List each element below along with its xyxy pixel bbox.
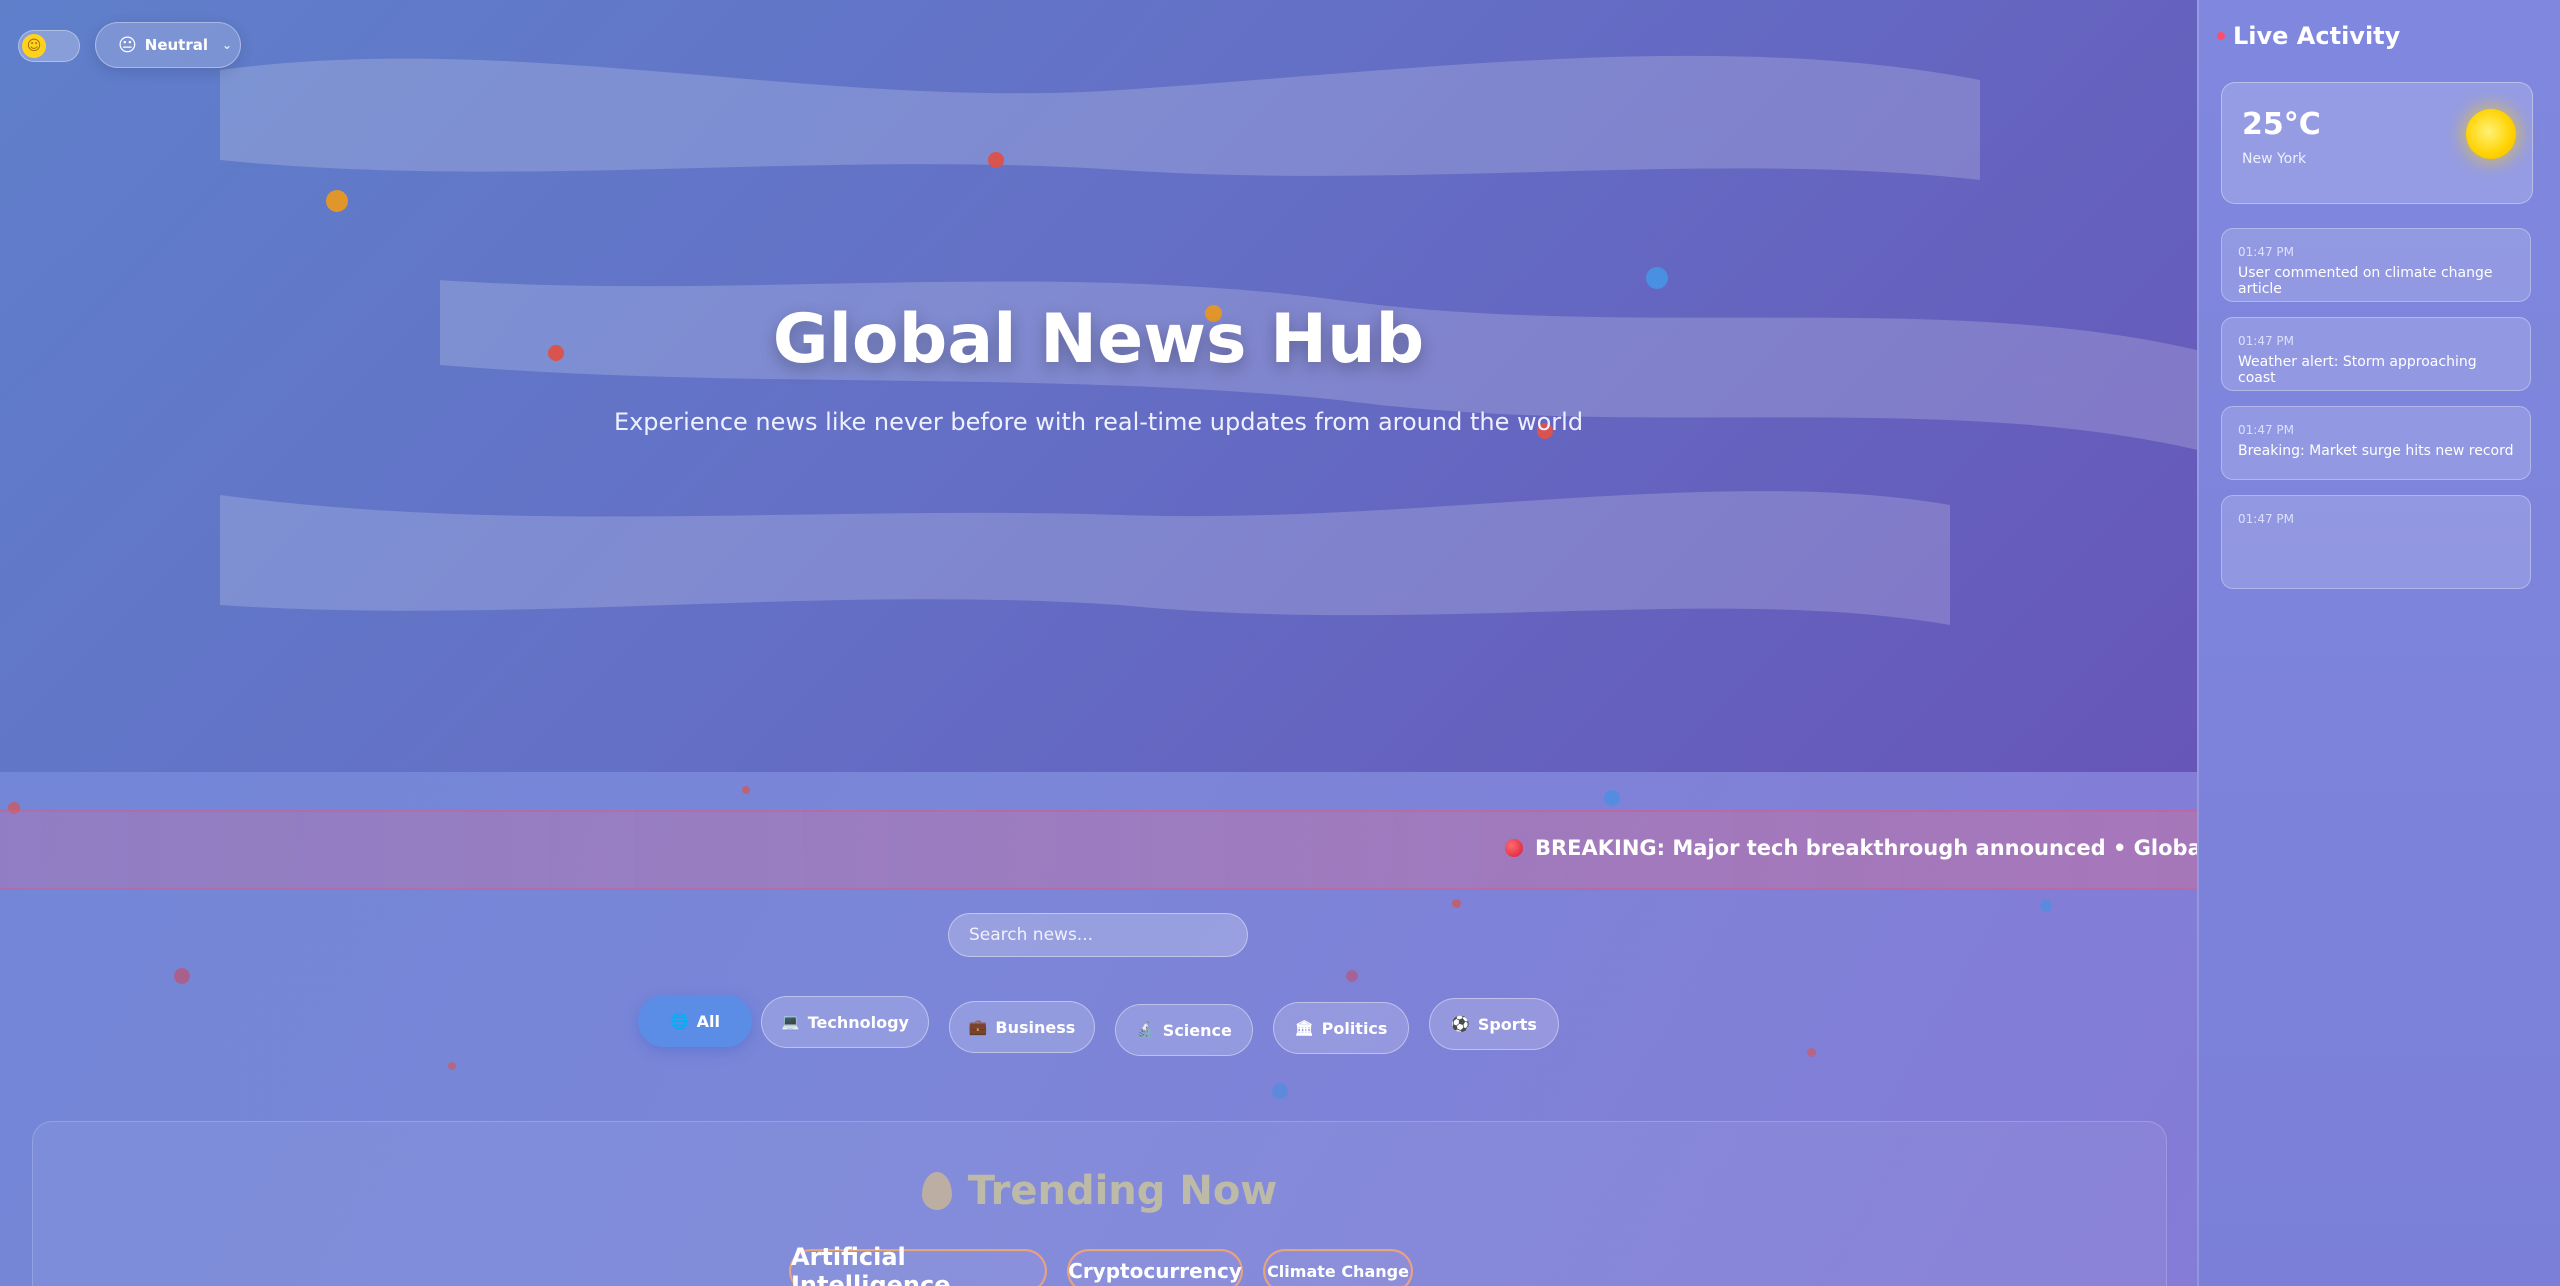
activity-time: 01:47 PM	[2238, 334, 2294, 348]
category-label: Sports	[1477, 1014, 1537, 1034]
chevron-down-icon: ⌄	[222, 38, 233, 52]
live-dot-icon	[2217, 32, 2225, 40]
activity-item[interactable]: 01:47 PM	[2221, 495, 2531, 589]
floating-dot	[174, 968, 190, 984]
floating-dot	[1807, 1048, 1816, 1057]
soccer-ball-icon: ⚽	[1451, 1015, 1470, 1033]
building-icon: 🏛	[1294, 1019, 1314, 1037]
ticker-text: BREAKING: Major tech breakthrough announ…	[1535, 836, 2197, 860]
category-label: Politics	[1321, 1018, 1388, 1038]
activity-time: 01:47 PM	[2238, 512, 2294, 526]
floating-dot	[1452, 899, 1461, 908]
fire-icon	[921, 1172, 952, 1210]
globe-icon: 🌐	[669, 1012, 689, 1030]
activity-text: Breaking: Market surge hits new record	[2238, 443, 2514, 459]
weather-card[interactable]: 25°C New York	[2221, 82, 2533, 204]
trending-title: Trending Now	[967, 1168, 1278, 1214]
briefcase-icon: 💼	[968, 1018, 988, 1036]
trending-tag[interactable]: Climate Change	[1263, 1249, 1413, 1286]
breaking-dot-icon	[1505, 839, 1523, 857]
floating-dot	[742, 786, 750, 794]
floating-dot	[1604, 790, 1620, 806]
category-label: Science	[1162, 1020, 1232, 1040]
hero-wave	[220, 491, 1950, 625]
activity-time: 01:47 PM	[2238, 245, 2294, 259]
floating-dot	[988, 152, 1004, 168]
floating-dot	[1346, 970, 1358, 982]
category-technology[interactable]: 💻 Technology	[761, 996, 929, 1048]
activity-item[interactable]: 01:47 PM Weather alert: Storm approachin…	[2221, 317, 2531, 391]
sidebar-title: Live Activity	[2233, 22, 2401, 50]
page-subtitle: Experience news like never before with r…	[613, 408, 1584, 436]
weather-city: New York	[2242, 151, 2307, 167]
weather-temp: 25°C	[2242, 107, 2321, 142]
trending-section: Trending Now Artificial Intelligence Cry…	[32, 1121, 2167, 1286]
mood-selector[interactable]: 😐 Neutral ⌄	[95, 22, 241, 68]
activity-text: User commented on climate change article	[2238, 265, 2493, 297]
activity-text: Weather alert: Storm approaching coast	[2238, 354, 2477, 386]
neutral-face-icon: 😐	[118, 34, 137, 56]
category-sports[interactable]: ⚽ Sports	[1429, 998, 1559, 1050]
trending-tag[interactable]: Cryptocurrency	[1067, 1249, 1243, 1286]
page-title: Global News Hub	[772, 300, 1425, 379]
floating-dot	[448, 1062, 456, 1070]
hero-section: Global News Hub Experience news like nev…	[0, 0, 2197, 772]
category-label: Business	[995, 1017, 1076, 1037]
activity-item[interactable]: 01:47 PM Breaking: Market surge hits new…	[2221, 406, 2531, 480]
floating-dot	[1272, 1083, 1288, 1099]
category-label: Technology	[807, 1012, 909, 1032]
category-all[interactable]: 🌐 All	[638, 995, 752, 1047]
microscope-icon: 🔬	[1136, 1021, 1155, 1039]
sun-icon: ☺	[22, 34, 46, 58]
floating-dot	[2040, 900, 2052, 912]
live-activity-sidebar: Live Activity 25°C New York 01:47 PM Use…	[2197, 0, 2560, 1286]
search-input[interactable]	[948, 913, 1248, 957]
mood-label: Neutral	[144, 36, 209, 54]
floating-dot	[1646, 267, 1668, 289]
category-business[interactable]: 💼 Business	[949, 1001, 1095, 1053]
activity-time: 01:47 PM	[2238, 423, 2294, 437]
floating-dot	[326, 190, 348, 212]
sun-icon	[2466, 109, 2516, 159]
category-politics[interactable]: 🏛 Politics	[1273, 1002, 1409, 1054]
laptop-icon: 💻	[781, 1013, 800, 1031]
theme-toggle[interactable]: ☺	[18, 30, 80, 62]
hero-wave	[220, 55, 1980, 180]
activity-item[interactable]: 01:47 PM User commented on climate chang…	[2221, 228, 2531, 302]
category-label: All	[696, 1011, 721, 1031]
trending-tag[interactable]: Artificial Intelligence	[789, 1243, 1047, 1286]
category-science[interactable]: 🔬 Science	[1115, 1004, 1253, 1056]
breaking-news-ticker[interactable]: BREAKING: Major tech breakthrough announ…	[0, 810, 2197, 890]
